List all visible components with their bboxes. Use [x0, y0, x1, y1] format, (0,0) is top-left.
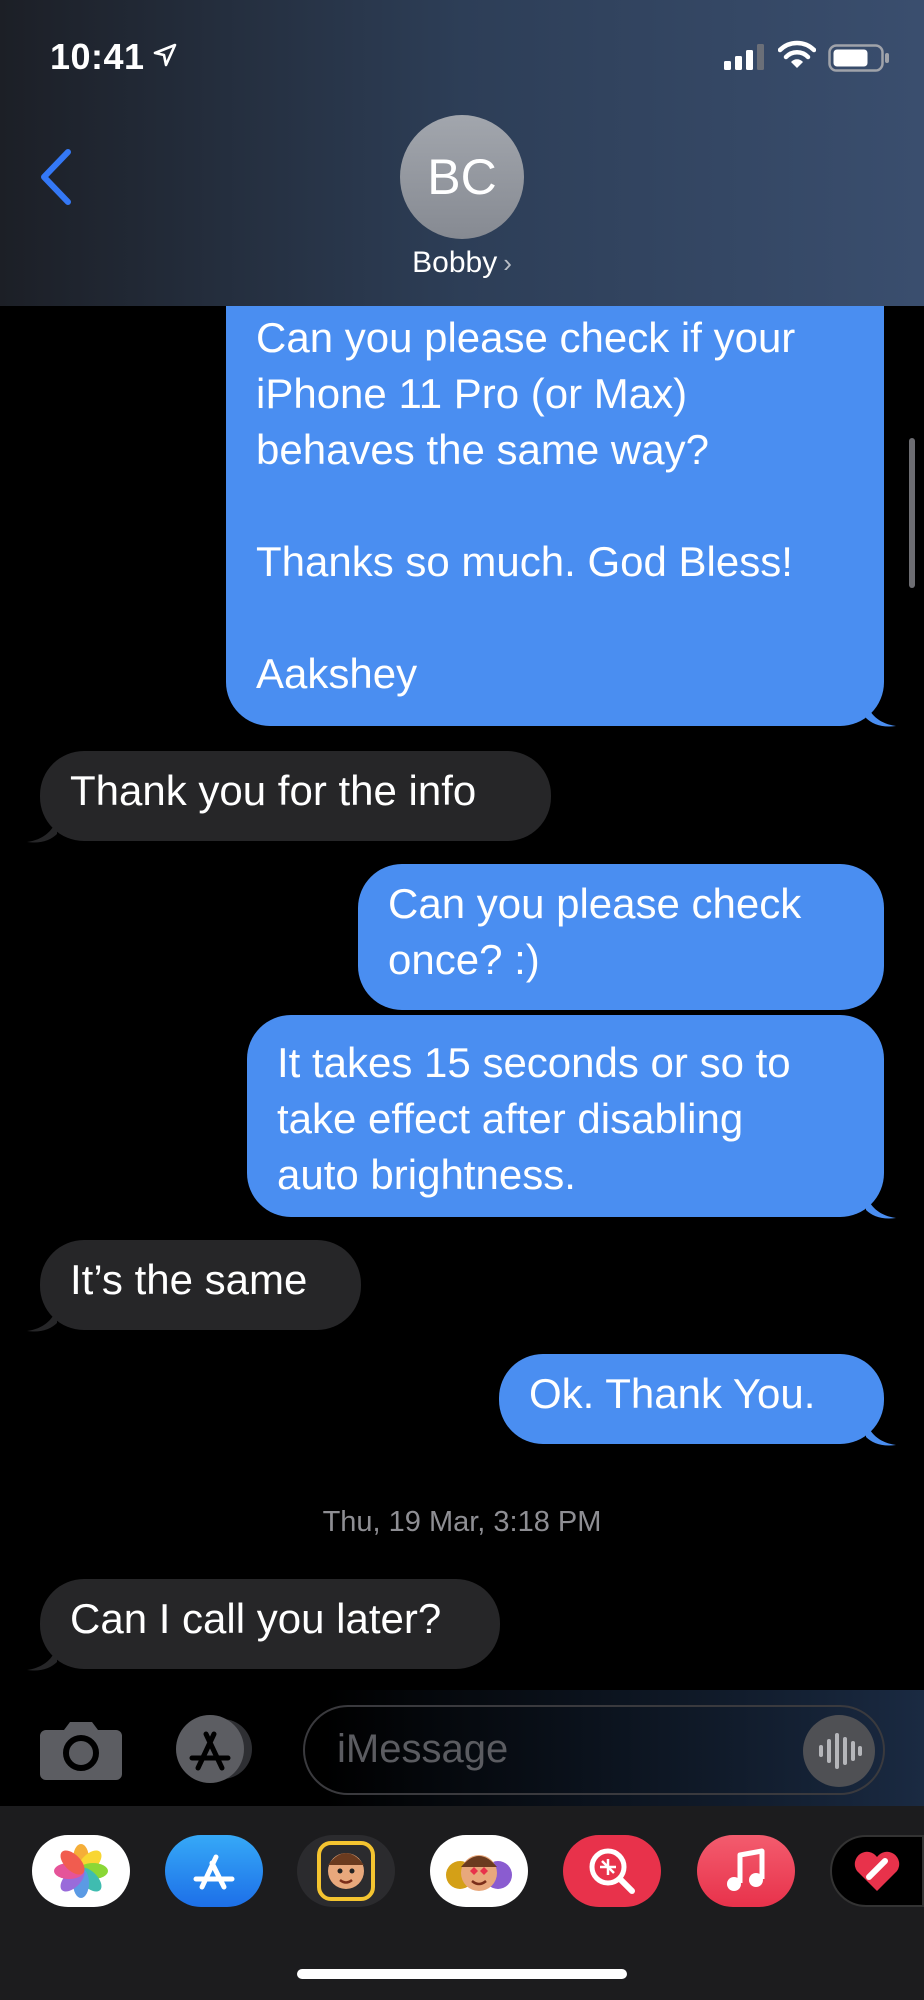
bubble-tail [866, 700, 896, 727]
conversation-header: 10:41 BC Bobby › [0, 0, 924, 306]
camera-icon[interactable] [40, 1718, 122, 1780]
imessage-placeholder: iMessage [337, 1727, 509, 1771]
outgoing-message[interactable]: Ok. Thank You. [499, 1354, 884, 1444]
incoming-message[interactable]: Thank you for the info [40, 751, 551, 841]
waveform-icon [819, 1733, 862, 1769]
contact-name-link[interactable]: Bobby › [0, 246, 924, 280]
wifi-icon [778, 40, 816, 68]
message-timestamp: Thu, 19 Mar, 3:18 PM [322, 1506, 602, 1538]
music-icon[interactable] [697, 1835, 795, 1907]
back-chevron-icon[interactable] [34, 146, 78, 208]
location-arrow-icon [153, 43, 177, 67]
contact-name: Bobby [412, 246, 498, 279]
contact-avatar[interactable]: BC [400, 115, 524, 239]
web-images-icon[interactable] [563, 1835, 661, 1907]
bubble-tail [27, 816, 57, 843]
bubble-tail [27, 1305, 57, 1332]
chevron-right-icon: › [503, 248, 512, 278]
status-time: 10:41 [50, 36, 145, 77]
imessage-input[interactable]: iMessage [303, 1705, 885, 1795]
incoming-message[interactable]: It’s the same [40, 1240, 361, 1330]
home-indicator[interactable] [297, 1969, 627, 1979]
bubble-tail [866, 1192, 896, 1219]
memoji-icon[interactable] [297, 1835, 395, 1907]
animoji-stickers-icon[interactable] [430, 1835, 528, 1907]
app-store-icon[interactable] [165, 1835, 263, 1907]
outgoing-message[interactable]: Can you please check if your iPhone 11 P… [226, 270, 884, 726]
scroll-indicator[interactable] [909, 438, 915, 588]
bubble-tail [866, 1419, 896, 1446]
incoming-message[interactable]: Can I call you later? [40, 1579, 500, 1669]
digital-touch-icon[interactable] [830, 1835, 924, 1907]
app-store-icon[interactable] [170, 1712, 262, 1786]
outgoing-message[interactable]: Can you please check once? :) [358, 864, 884, 1010]
audio-message-button[interactable] [803, 1715, 875, 1787]
bubble-tail [27, 1644, 57, 1671]
outgoing-message[interactable]: It takes 15 seconds or so to take effect… [247, 1015, 884, 1217]
cellular-signal-icon [724, 44, 764, 70]
photos-icon[interactable] [32, 1835, 130, 1907]
battery-icon [828, 44, 889, 72]
